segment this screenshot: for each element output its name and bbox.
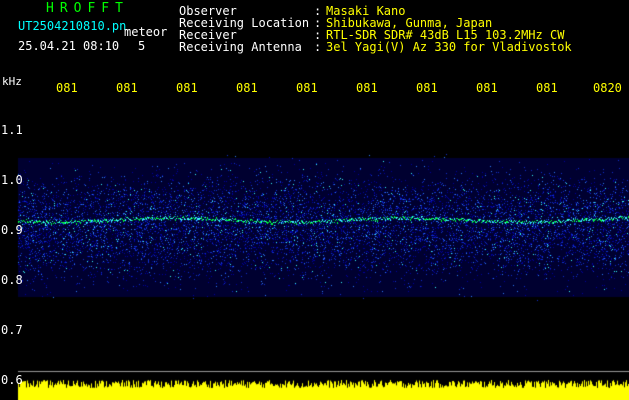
y-tick-label: 1.1 [1, 123, 23, 137]
time-label: 081 [476, 81, 498, 95]
file-name: UT2504210810.pn [18, 19, 127, 33]
time-label: 081 [356, 81, 378, 95]
time-label: 081 [536, 81, 558, 95]
time-label: 0820 [593, 81, 622, 95]
time-label: 081 [176, 81, 198, 95]
spectrogram-canvas [0, 0, 629, 400]
app-title: HROFFT [46, 1, 129, 16]
event-count: 5 [138, 39, 146, 53]
time-label: 081 [116, 81, 138, 95]
datetime: 25.04.21 08:10 [18, 39, 120, 53]
antenna-colon: : [314, 40, 322, 54]
frequency-unit: kHz [2, 75, 22, 88]
y-tick-label: 0.9 [1, 223, 23, 237]
y-tick-label: 0.6 [1, 373, 23, 387]
time-label: 081 [416, 81, 438, 95]
hrofft-screen: HROFFT UT2504210810.pn meteor 25.04.21 0… [0, 0, 629, 400]
time-label: 081 [236, 81, 258, 95]
y-tick-label: 1.0 [1, 173, 23, 187]
detection-type: meteor [124, 25, 168, 39]
y-tick-label: 0.7 [1, 323, 23, 337]
time-label: 081 [296, 81, 318, 95]
antenna-value: 3el Yagi(V) Az 330 for Vladivostok [326, 40, 572, 54]
y-tick-label: 0.8 [1, 273, 23, 287]
time-label: 081 [56, 81, 78, 95]
antenna-label: Receiving Antenna [179, 40, 302, 54]
